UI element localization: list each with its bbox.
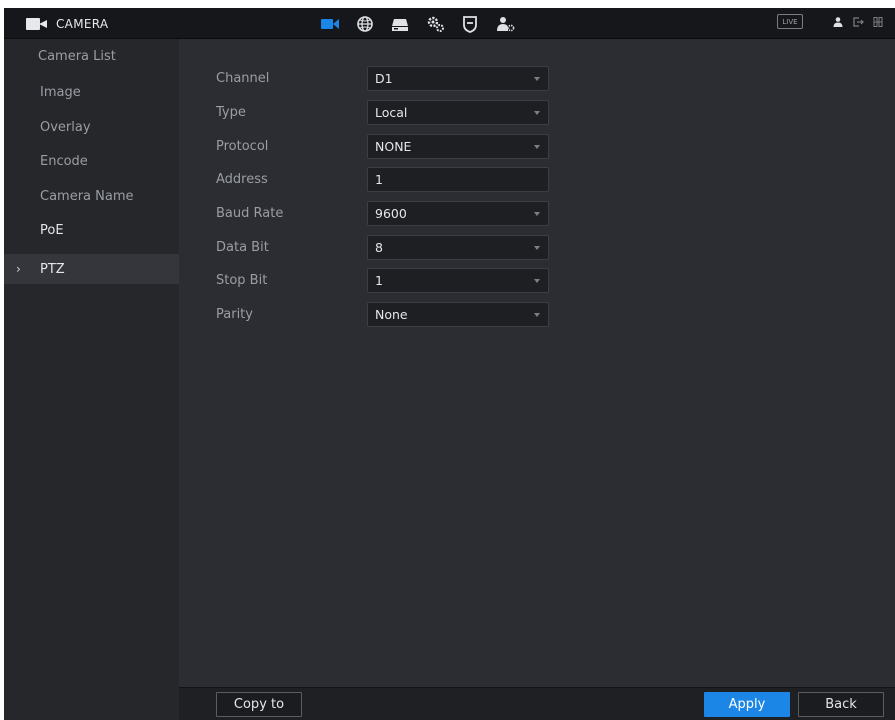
address-value: 1 bbox=[375, 172, 383, 187]
sidebar-item-label: PTZ bbox=[40, 261, 65, 277]
network-icon bbox=[356, 16, 373, 32]
type-label: Type bbox=[216, 105, 246, 120]
app-window: CAMERA LIVE Camera List Image Overlay En… bbox=[4, 8, 895, 720]
parity-select[interactable]: None bbox=[367, 302, 549, 327]
channel-label: Channel bbox=[216, 71, 270, 86]
address-label: Address bbox=[216, 172, 268, 187]
logout-icon[interactable] bbox=[851, 15, 865, 29]
sidebar-item-encode[interactable]: Encode bbox=[4, 146, 179, 176]
chevron-down-icon bbox=[534, 77, 540, 81]
video-camera-icon bbox=[26, 18, 48, 30]
sidebar-item-label: Camera Name bbox=[40, 188, 134, 204]
address-input[interactable]: 1 bbox=[367, 167, 549, 192]
sidebar-item-image[interactable]: Image bbox=[4, 77, 179, 107]
protocol-row: Protocol NONE bbox=[179, 134, 895, 164]
nav-account-button[interactable] bbox=[487, 11, 522, 37]
module-title: CAMERA bbox=[26, 15, 108, 33]
module-title-text: CAMERA bbox=[56, 17, 109, 31]
sidebar-item-label: Camera List bbox=[38, 48, 116, 64]
chevron-right-icon: › bbox=[16, 262, 21, 276]
data-bit-label: Data Bit bbox=[216, 240, 269, 255]
sidebar-item-camera-name[interactable]: Camera Name bbox=[4, 181, 179, 211]
sidebar-item-ptz[interactable]: › PTZ bbox=[4, 254, 179, 284]
stop-bit-select[interactable]: 1 bbox=[367, 268, 549, 293]
copy-to-button[interactable]: Copy to bbox=[216, 692, 302, 717]
sidebar-item-poe[interactable]: PoE bbox=[4, 215, 179, 245]
type-row: Type Local bbox=[179, 100, 895, 130]
sidebar-item-label: PoE bbox=[40, 222, 64, 238]
protocol-value: NONE bbox=[375, 139, 412, 154]
layout-icon[interactable] bbox=[871, 15, 885, 29]
main-nav bbox=[312, 11, 522, 37]
parity-value: None bbox=[375, 307, 408, 322]
sidebar-item-label: Overlay bbox=[40, 119, 91, 135]
type-value: Local bbox=[375, 105, 408, 120]
chevron-down-icon bbox=[534, 145, 540, 149]
sidebar-item-label: Image bbox=[40, 84, 81, 100]
data-bit-value: 8 bbox=[375, 240, 383, 255]
nav-camera-button[interactable] bbox=[312, 11, 347, 37]
address-row: Address 1 bbox=[179, 167, 895, 197]
channel-select[interactable]: D1 bbox=[367, 66, 549, 91]
sidebar-item-overlay[interactable]: Overlay bbox=[4, 112, 179, 142]
ptz-settings-panel: Channel D1 Type Local Protocol NONE Addr… bbox=[179, 39, 895, 720]
stop-bit-value: 1 bbox=[375, 273, 383, 288]
top-bar: CAMERA LIVE bbox=[4, 8, 895, 39]
channel-row: Channel D1 bbox=[179, 66, 895, 96]
data-bit-row: Data Bit 8 bbox=[179, 235, 895, 265]
baud-rate-label: Baud Rate bbox=[216, 206, 284, 221]
parity-label: Parity bbox=[216, 307, 253, 322]
chevron-down-icon bbox=[534, 313, 540, 317]
live-view-button[interactable]: LIVE bbox=[777, 14, 803, 29]
baud-rate-value: 9600 bbox=[375, 206, 407, 221]
nav-system-button[interactable] bbox=[417, 11, 452, 37]
stop-bit-row: Stop Bit 1 bbox=[179, 268, 895, 298]
type-select[interactable]: Local bbox=[367, 100, 549, 125]
nav-storage-button[interactable] bbox=[382, 11, 417, 37]
sidebar-item-label: Encode bbox=[40, 153, 88, 169]
camera-icon bbox=[320, 19, 339, 29]
protocol-label: Protocol bbox=[216, 139, 269, 154]
chevron-down-icon bbox=[534, 279, 540, 283]
security-icon bbox=[462, 16, 477, 33]
back-button[interactable]: Back bbox=[798, 692, 884, 717]
action-bar: Copy to Apply Back bbox=[179, 687, 895, 720]
stop-bit-label: Stop Bit bbox=[216, 273, 268, 288]
nav-network-button[interactable] bbox=[347, 11, 382, 37]
chevron-down-icon bbox=[534, 212, 540, 216]
sidebar: Camera List Image Overlay Encode Camera … bbox=[4, 39, 179, 720]
apply-button[interactable]: Apply bbox=[704, 692, 790, 717]
baud-rate-select[interactable]: 9600 bbox=[367, 201, 549, 226]
chevron-down-icon bbox=[534, 246, 540, 250]
parity-row: Parity None bbox=[179, 302, 895, 332]
chevron-down-icon bbox=[534, 111, 540, 115]
storage-icon bbox=[391, 19, 408, 31]
top-right-controls: LIVE bbox=[777, 14, 885, 29]
protocol-select[interactable]: NONE bbox=[367, 134, 549, 159]
channel-value: D1 bbox=[375, 71, 393, 86]
system-icon bbox=[427, 16, 444, 32]
user-icon[interactable] bbox=[831, 15, 845, 29]
sidebar-item-camera-list[interactable]: Camera List bbox=[4, 41, 179, 71]
baud-rate-row: Baud Rate 9600 bbox=[179, 201, 895, 231]
nav-security-button[interactable] bbox=[452, 11, 487, 37]
data-bit-select[interactable]: 8 bbox=[367, 235, 549, 260]
account-icon bbox=[496, 17, 514, 32]
